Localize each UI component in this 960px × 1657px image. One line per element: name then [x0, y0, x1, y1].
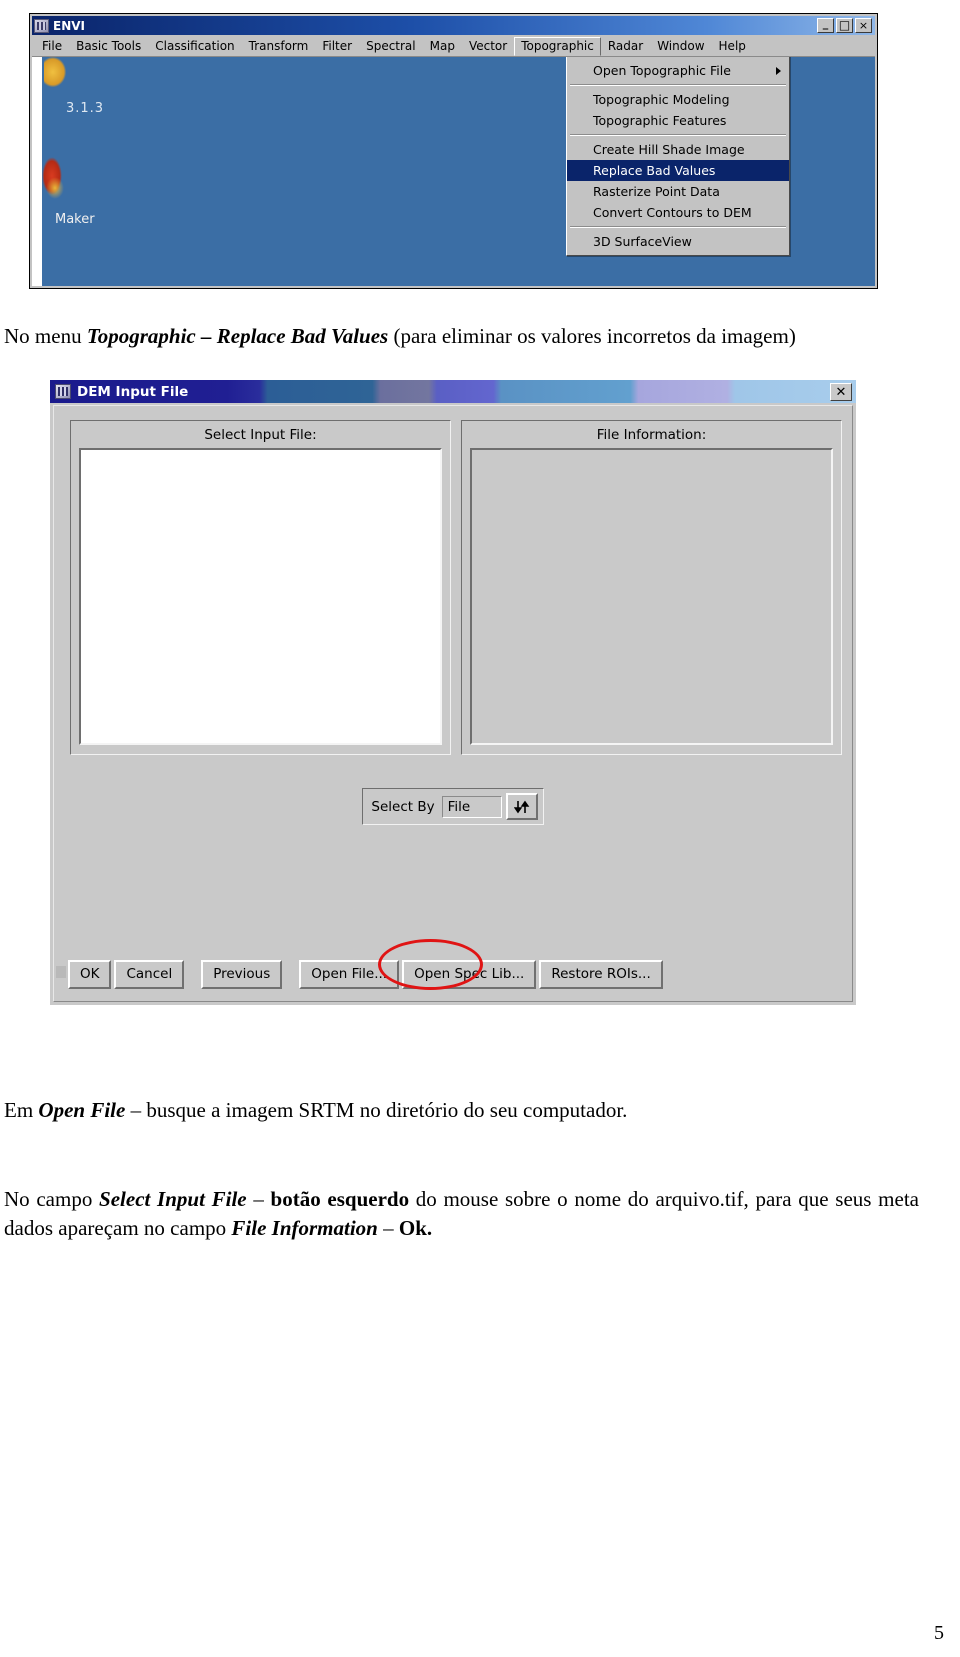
caption3-text-a: No campo	[4, 1187, 100, 1211]
dem-dialog-titlebar[interactable]: DEM Input File ✕	[50, 380, 856, 403]
previous-button[interactable]: Previous	[201, 960, 283, 989]
select-input-file-label: Select Input File:	[204, 427, 317, 443]
decorative-logo-low	[46, 177, 64, 199]
page-number: 5	[934, 1622, 944, 1644]
select-by-value[interactable]: File	[441, 795, 502, 818]
menu-window[interactable]: Window	[650, 37, 711, 55]
envi-menubar: File Basic Tools Classification Transfor…	[32, 36, 875, 57]
select-by-toggle-button[interactable]	[505, 793, 538, 820]
menu-transform[interactable]: Transform	[242, 37, 316, 55]
close-button[interactable]: ×	[855, 18, 872, 33]
dem-dialog-button-row: OK Cancel Previous Open File... Open Spe…	[68, 939, 663, 990]
caption1-text-b: (para eliminar os valores incorretos da …	[388, 324, 796, 348]
dialog-close-button[interactable]: ✕	[830, 383, 852, 401]
envi-version-label: 3.1.3	[66, 101, 105, 116]
caption2-text-a: Em	[4, 1098, 39, 1122]
menu-separator-1	[570, 84, 786, 86]
file-information-content	[470, 448, 833, 745]
caption2-emphasis: Open File	[38, 1098, 126, 1122]
menuitem-topographic-features[interactable]: Topographic Features	[567, 110, 789, 131]
select-input-file-panel: Select Input File:	[70, 420, 451, 755]
menuitem-replace-bad-values[interactable]: Replace Bad Values	[567, 160, 789, 181]
maximize-button[interactable]: □	[836, 18, 853, 33]
caption3-bold-a: botão esquerdo	[270, 1187, 410, 1211]
menu-map[interactable]: Map	[423, 37, 462, 55]
dem-input-file-dialog: DEM Input File ✕ Select Input File: File…	[50, 380, 856, 1005]
caption1-emphasis: Topographic – Replace Bad Values	[86, 324, 389, 348]
dialog-app-icon	[55, 384, 71, 399]
envi-app-icon	[34, 18, 49, 33]
minimize-icon: _	[822, 17, 829, 30]
menu-classification[interactable]: Classification	[148, 37, 241, 55]
menu-vector[interactable]: Vector	[462, 37, 514, 55]
caption-paragraph-3: No campo Select Input File – botão esque…	[4, 1185, 919, 1243]
select-by-row: Select By File	[54, 788, 852, 825]
window-controls: _ □ ×	[817, 17, 872, 33]
topographic-dropdown-menu: Open Topographic File Topographic Modeli…	[566, 57, 790, 256]
menu-spectral[interactable]: Spectral	[359, 37, 423, 55]
menu-radar[interactable]: Radar	[601, 37, 650, 55]
close-icon: ✕	[835, 384, 847, 400]
menu-help[interactable]: Help	[712, 37, 753, 55]
menu-filter[interactable]: Filter	[315, 37, 359, 55]
menuitem-open-topographic-file[interactable]: Open Topographic File	[567, 60, 789, 81]
select-input-file-list[interactable]	[79, 448, 442, 745]
caption1-text-a: No menu	[4, 324, 87, 348]
up-down-arrows-icon	[513, 800, 529, 813]
caption3-emphasis-b: File Information	[231, 1216, 378, 1240]
menuitem-create-hill-shade-image[interactable]: Create Hill Shade Image	[567, 139, 789, 160]
dialog-edge-marker	[56, 966, 66, 978]
envi-titlebar[interactable]: ENVI _ □ ×	[32, 16, 875, 35]
menu-basic-tools[interactable]: Basic Tools	[69, 37, 148, 55]
file-information-panel: File Information:	[461, 420, 842, 755]
envi-desktop-area: 3.1.3 Maker Open Topographic File Topogr…	[32, 57, 875, 286]
caption-paragraph-1: No menu Topographic – Replace Bad Values…	[4, 322, 919, 351]
menu-separator-3	[570, 226, 786, 228]
file-information-label: File Information:	[596, 427, 707, 443]
open-file-button[interactable]: Open File...	[299, 960, 400, 989]
menuitem-open-topographic-file-label: Open Topographic File	[593, 63, 731, 78]
menu-separator-2	[570, 134, 786, 136]
menu-topographic[interactable]: Topographic	[514, 36, 601, 56]
caption2-text-b: – busque a imagem SRTM no diretório do s…	[125, 1098, 628, 1122]
decorative-logo-top	[44, 57, 66, 87]
select-by-control: Select By File	[362, 788, 544, 825]
cancel-button[interactable]: Cancel	[114, 960, 185, 989]
ok-button[interactable]: OK	[68, 960, 112, 989]
caption3-text-b: –	[246, 1187, 271, 1211]
menuitem-topographic-modeling[interactable]: Topographic Modeling	[567, 89, 789, 110]
desktop-left-strip	[32, 57, 42, 286]
menuitem-3d-surfaceview[interactable]: 3D SurfaceView	[567, 231, 789, 252]
minimize-button[interactable]: _	[817, 17, 834, 33]
envi-maker-label: Maker	[55, 212, 95, 227]
menuitem-rasterize-point-data[interactable]: Rasterize Point Data	[567, 181, 789, 202]
restore-rois-button[interactable]: Restore ROIs...	[539, 960, 663, 989]
submenu-arrow-icon	[776, 66, 781, 75]
select-by-label: Select By	[371, 798, 435, 815]
caption3-emphasis-a: Select Input File	[99, 1187, 247, 1211]
open-spec-lib-button[interactable]: Open Spec Lib...	[402, 960, 537, 989]
maximize-icon: □	[838, 18, 851, 32]
dem-panels-row: Select Input File: File Information:	[70, 420, 842, 755]
caption-paragraph-2: Em Open File – busque a imagem SRTM no d…	[4, 1096, 919, 1125]
menuitem-convert-contours-to-dem[interactable]: Convert Contours to DEM	[567, 202, 789, 223]
caption3-bold-b: Ok.	[398, 1216, 433, 1240]
envi-window-title: ENVI	[53, 18, 85, 33]
dem-dialog-body: Select Input File: File Information: Sel…	[53, 405, 853, 1002]
dem-dialog-title: DEM Input File	[77, 383, 189, 400]
menu-file[interactable]: File	[35, 37, 69, 55]
caption3-text-d: –	[377, 1216, 399, 1240]
envi-main-window: ENVI _ □ × File Basic Tools Classificati…	[29, 13, 878, 289]
close-icon: ×	[858, 19, 869, 32]
